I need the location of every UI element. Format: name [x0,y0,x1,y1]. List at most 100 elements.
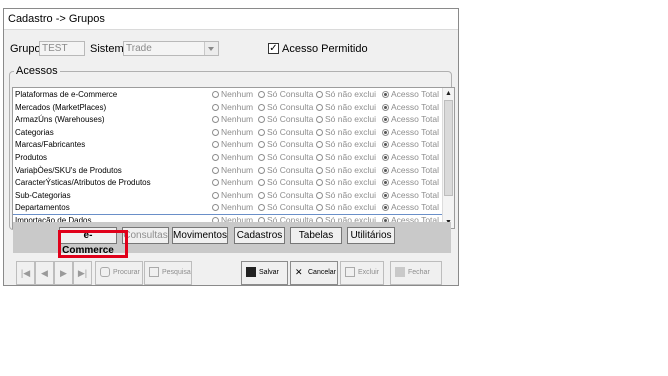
radio-option[interactable]: Só Consulta [258,177,313,187]
radio-button[interactable] [382,204,389,212]
table-row[interactable]: CaracterÝsticas/Atributos de Produtos Nen… [13,177,444,189]
radio-button[interactable] [382,116,389,124]
radio-button[interactable] [382,191,389,199]
radio-option[interactable]: Nenhum [212,139,253,149]
radio-option[interactable]: Acesso Total [382,152,439,162]
radio-button[interactable] [212,154,219,161]
table-row[interactable]: Produtos Nenhum Só Consulta Só não exclui Ac… [13,152,444,164]
tab-consultas[interactable]: Consultas [122,227,169,244]
radio-option[interactable]: Nenhum [212,152,253,162]
first-record-icon[interactable]: |◀ [16,261,35,285]
tab-tabelas[interactable]: Tabelas [290,227,342,244]
radio-button[interactable] [212,91,219,98]
radio-button[interactable] [382,154,389,161]
radio-button[interactable] [316,91,323,98]
radio-option[interactable]: Só não exclui [316,114,376,124]
radio-button[interactable] [316,204,323,212]
radio-option[interactable]: Acesso Total [382,127,439,137]
radio-button[interactable] [316,103,323,111]
radio-option[interactable]: Só não exclui [316,139,376,149]
radio-option[interactable]: Nenhum [212,165,253,175]
radio-option[interactable]: Acesso Total [382,177,439,187]
radio-button[interactable] [316,116,323,124]
radio-option[interactable]: Só não exclui [316,127,376,137]
table-row[interactable]: Marcas/Fabricantes Nenhum Só Consulta Só nã… [13,139,444,151]
cancelar-button[interactable]: ✕ Cancelar [290,261,338,285]
radio-button[interactable] [316,191,323,199]
radio-option[interactable]: Acesso Total [382,165,439,175]
radio-option[interactable]: Só não exclui [316,177,376,187]
radio-option[interactable]: Só não exclui [316,102,376,112]
radio-option[interactable]: Acesso Total [382,190,439,200]
tab-utilitrios[interactable]: Utilitários [347,227,395,244]
table-row[interactable]: Mercados (MarketPlaces) Nenhum Só Consulta… [13,102,444,114]
table-row[interactable]: Departamentos Nenhum Só Consulta Só não exc… [13,202,444,214]
radio-option[interactable]: Acesso Total [382,102,439,112]
radio-button[interactable] [212,191,219,199]
tab-movimentos[interactable]: Movimentos [172,227,228,244]
radio-button[interactable] [382,166,389,174]
radio-button[interactable] [316,179,323,187]
radio-button[interactable] [316,154,323,161]
radio-option[interactable]: Acesso Total [382,114,439,124]
radio-option[interactable]: Nenhum [212,102,253,112]
radio-option[interactable]: Só Consulta [258,89,313,99]
radio-button[interactable] [212,141,219,149]
radio-button[interactable] [258,191,265,199]
radio-button[interactable] [258,116,265,124]
radio-option[interactable]: Só Consulta [258,190,313,200]
table-row[interactable]: Plataformas de e-Commerce Nenhum Só Consul… [13,89,444,101]
radio-option[interactable]: Só Consulta [258,127,313,137]
radio-option[interactable]: Só não exclui [316,89,376,99]
radio-button[interactable] [258,128,265,136]
radio-option[interactable]: Nenhum [212,89,253,99]
previous-record-icon[interactable]: ◀ [35,261,54,285]
radio-button[interactable] [212,103,219,111]
radio-option[interactable]: Nenhum [212,177,253,187]
radio-option[interactable]: Só Consulta [258,202,313,212]
radio-option[interactable]: Só Consulta [258,114,313,124]
sistema-select[interactable]: Trade [123,41,219,56]
radio-button[interactable] [258,179,265,187]
radio-button[interactable] [258,91,265,98]
radio-button[interactable] [316,166,323,174]
acesso-permitido-checkbox[interactable]: ✓ [268,43,279,54]
salvar-button[interactable]: Salvar [241,261,288,285]
excluir-button[interactable]: Excluir [340,261,384,285]
radio-option[interactable]: Só Consulta [258,102,313,112]
radio-option[interactable]: Acesso Total [382,202,439,212]
radio-button[interactable] [258,204,265,212]
radio-button[interactable] [258,154,265,161]
radio-option[interactable]: Acesso Total [382,89,439,99]
tab-cadastros[interactable]: Cadastros [234,227,285,244]
radio-option[interactable]: Só Consulta [258,139,313,149]
radio-button[interactable] [212,166,219,174]
radio-button[interactable] [382,103,389,111]
radio-button[interactable] [258,166,265,174]
radio-option[interactable]: Só não exclui [316,202,376,212]
radio-button[interactable] [316,128,323,136]
radio-button[interactable] [212,128,219,136]
chevron-down-icon[interactable] [204,42,218,55]
next-record-icon[interactable]: ▶ [54,261,73,285]
radio-button[interactable] [258,103,265,111]
radio-option[interactable]: Só não exclui [316,190,376,200]
radio-button[interactable] [382,91,389,98]
radio-button[interactable] [212,204,219,212]
radio-button[interactable] [316,141,323,149]
radio-option[interactable]: Acesso Total [382,139,439,149]
table-row[interactable]: ArmazÚns (Warehouses) Nenhum Só Consulta Só… [13,114,444,126]
radio-button[interactable] [212,116,219,124]
procurar-button[interactable]: Procurar [95,261,143,285]
radio-option[interactable]: Só não exclui [316,152,376,162]
fechar-button[interactable]: Fechar [390,261,442,285]
last-record-icon[interactable]: ▶| [73,261,92,285]
table-row[interactable]: Categorias Nenhum Só Consulta Só não exclui… [13,127,444,139]
radio-option[interactable]: Só Consulta [258,165,313,175]
radio-option[interactable]: Nenhum [212,114,253,124]
table-row[interactable]: VariaþÒes/SKU's de Produtos Nenhum Só Cons… [13,165,444,177]
radio-option[interactable]: Só Consulta [258,152,313,162]
acessos-list[interactable]: Importação de Dados Nenhum Só Consulta Só n… [12,87,455,229]
radio-button[interactable] [382,128,389,136]
scroll-up-icon[interactable]: ▲ [443,88,454,99]
